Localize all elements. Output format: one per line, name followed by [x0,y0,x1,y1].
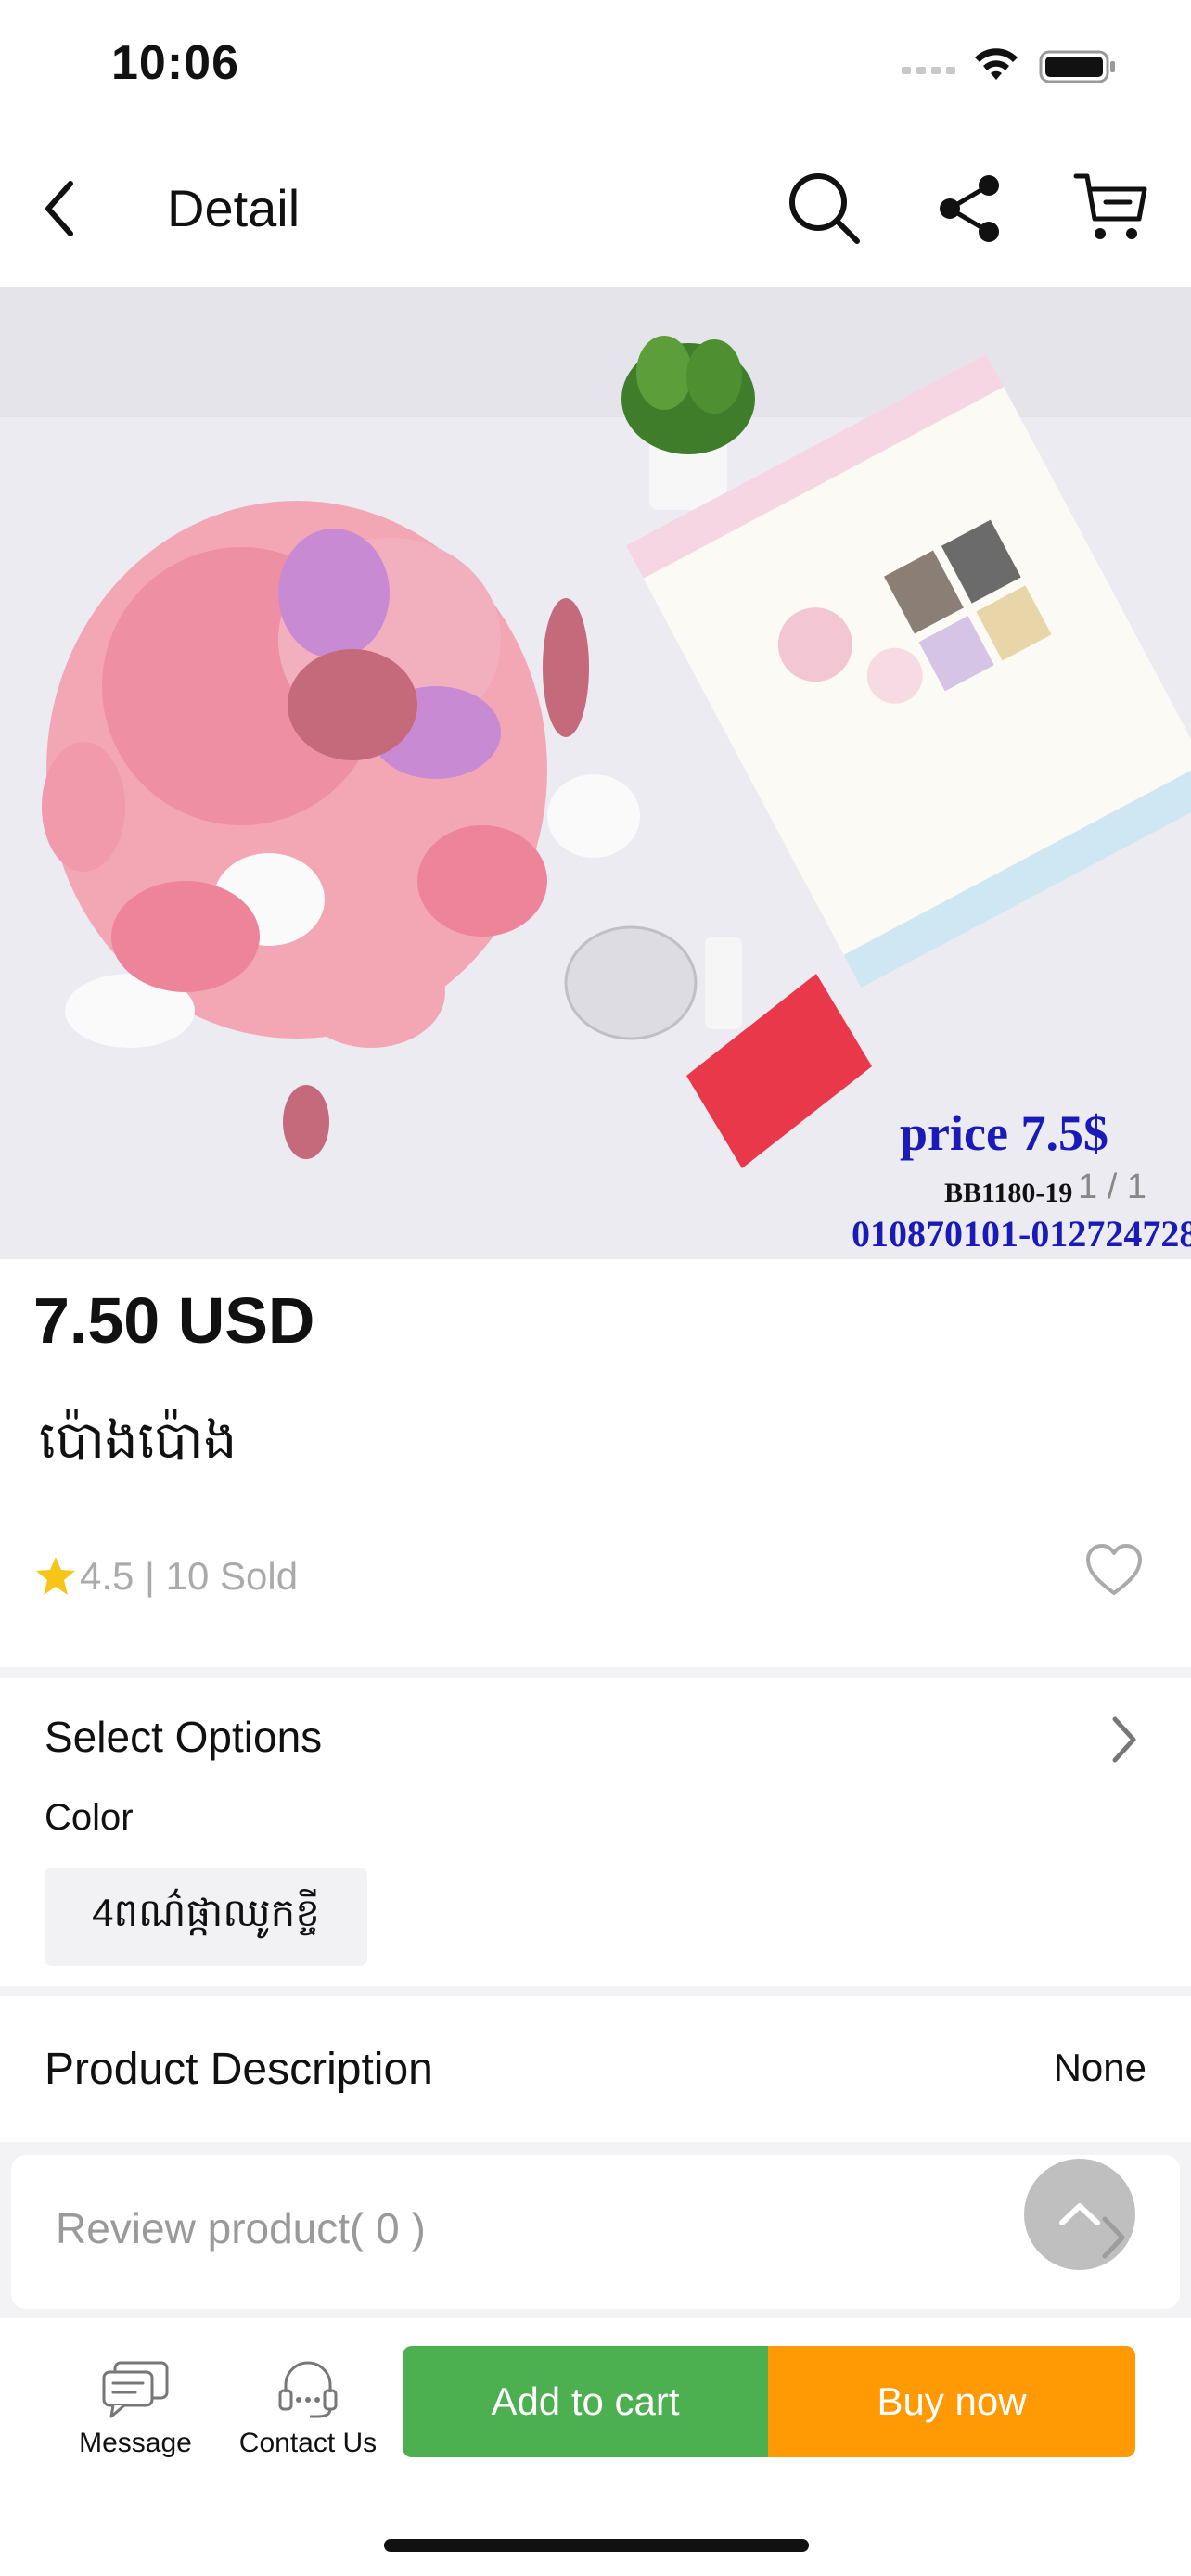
status-bar: 10:06 [0,0,1191,130]
wifi-icon [975,48,1018,80]
product-description-title: Product Description [45,2045,433,2094]
overlay-phone-text: 010870101-012724728 [852,1213,1191,1255]
message-icon [102,2361,169,2418]
star-icon [36,1557,75,1595]
color-label: Color [45,1797,134,1838]
chevron-right-icon[interactable] [1109,1714,1139,1766]
review-product-row[interactable]: Review product( 0 ) [11,2155,1180,2309]
battery-icon [1039,50,1115,83]
review-section: Review product( 0 ) [0,2142,1191,2318]
product-price: 7.50 USD [33,1284,315,1357]
image-counter: 1 / 1 [1078,1167,1146,1206]
section-divider [0,1667,1191,1678]
buy-now-button[interactable]: Buy now [768,2346,1135,2457]
color-option-chip[interactable]: 4ពណ៌ផ្កាឈូកខ្ចី [45,1868,367,1966]
bottom-action-bar: Message Contact Us Add to cart Buy now [0,2318,1191,2576]
scroll-to-top-button[interactable] [1024,2159,1135,2270]
page-title: Detail [167,179,301,237]
top-nav-bar: Detail [0,130,1191,287]
product-name: ប៉ោងប៉ោង [39,1410,237,1469]
cellular-signal-icon [902,67,955,74]
review-product-label: Review product( 0 ) [56,2204,426,2252]
add-to-cart-button[interactable]: Add to cart [403,2346,768,2457]
chevron-up-icon [1059,2203,1100,2225]
rating-row: 4.5 | 10 Sold [33,1550,298,1602]
product-photo: price 7.5$ BB1180-19 010870101-012724728 [0,287,1191,1259]
favorite-heart-icon[interactable] [1083,1539,1145,1600]
product-image-carousel[interactable]: price 7.5$ BB1180-19 010870101-012724728… [0,287,1191,1259]
message-button[interactable]: Message [52,2359,219,2459]
status-time: 10:06 [111,36,239,90]
rating-sold-text: 4.5 | 10 Sold [80,1554,299,1598]
select-options-title: Select Options [45,1713,323,1761]
contact-us-label: Contact Us [238,2428,378,2458]
home-indicator [384,2539,809,2552]
cart-icon[interactable] [1072,169,1150,247]
product-summary: 7.50 USD ប៉ោងប៉ោង 4.5 | 10 Sold [0,1259,1191,1667]
product-description-value: None [1053,2046,1146,2089]
back-icon[interactable] [37,176,85,241]
headset-icon [278,2361,338,2418]
product-description-section: Product Description None [0,1996,1191,2142]
overlay-code-text: BB1180-19 [944,1178,1072,1208]
overlay-price-text: price 7.5$ [900,1105,1108,1161]
search-icon[interactable] [785,169,863,247]
message-label: Message [79,2428,192,2458]
section-divider [0,1986,1191,1996]
contact-us-button[interactable]: Contact Us [224,2359,391,2459]
select-options-section[interactable]: Select Options Color 4ពណ៌ផ្កាឈូកខ្ចី [0,1678,1191,1986]
share-icon[interactable] [937,172,1004,245]
